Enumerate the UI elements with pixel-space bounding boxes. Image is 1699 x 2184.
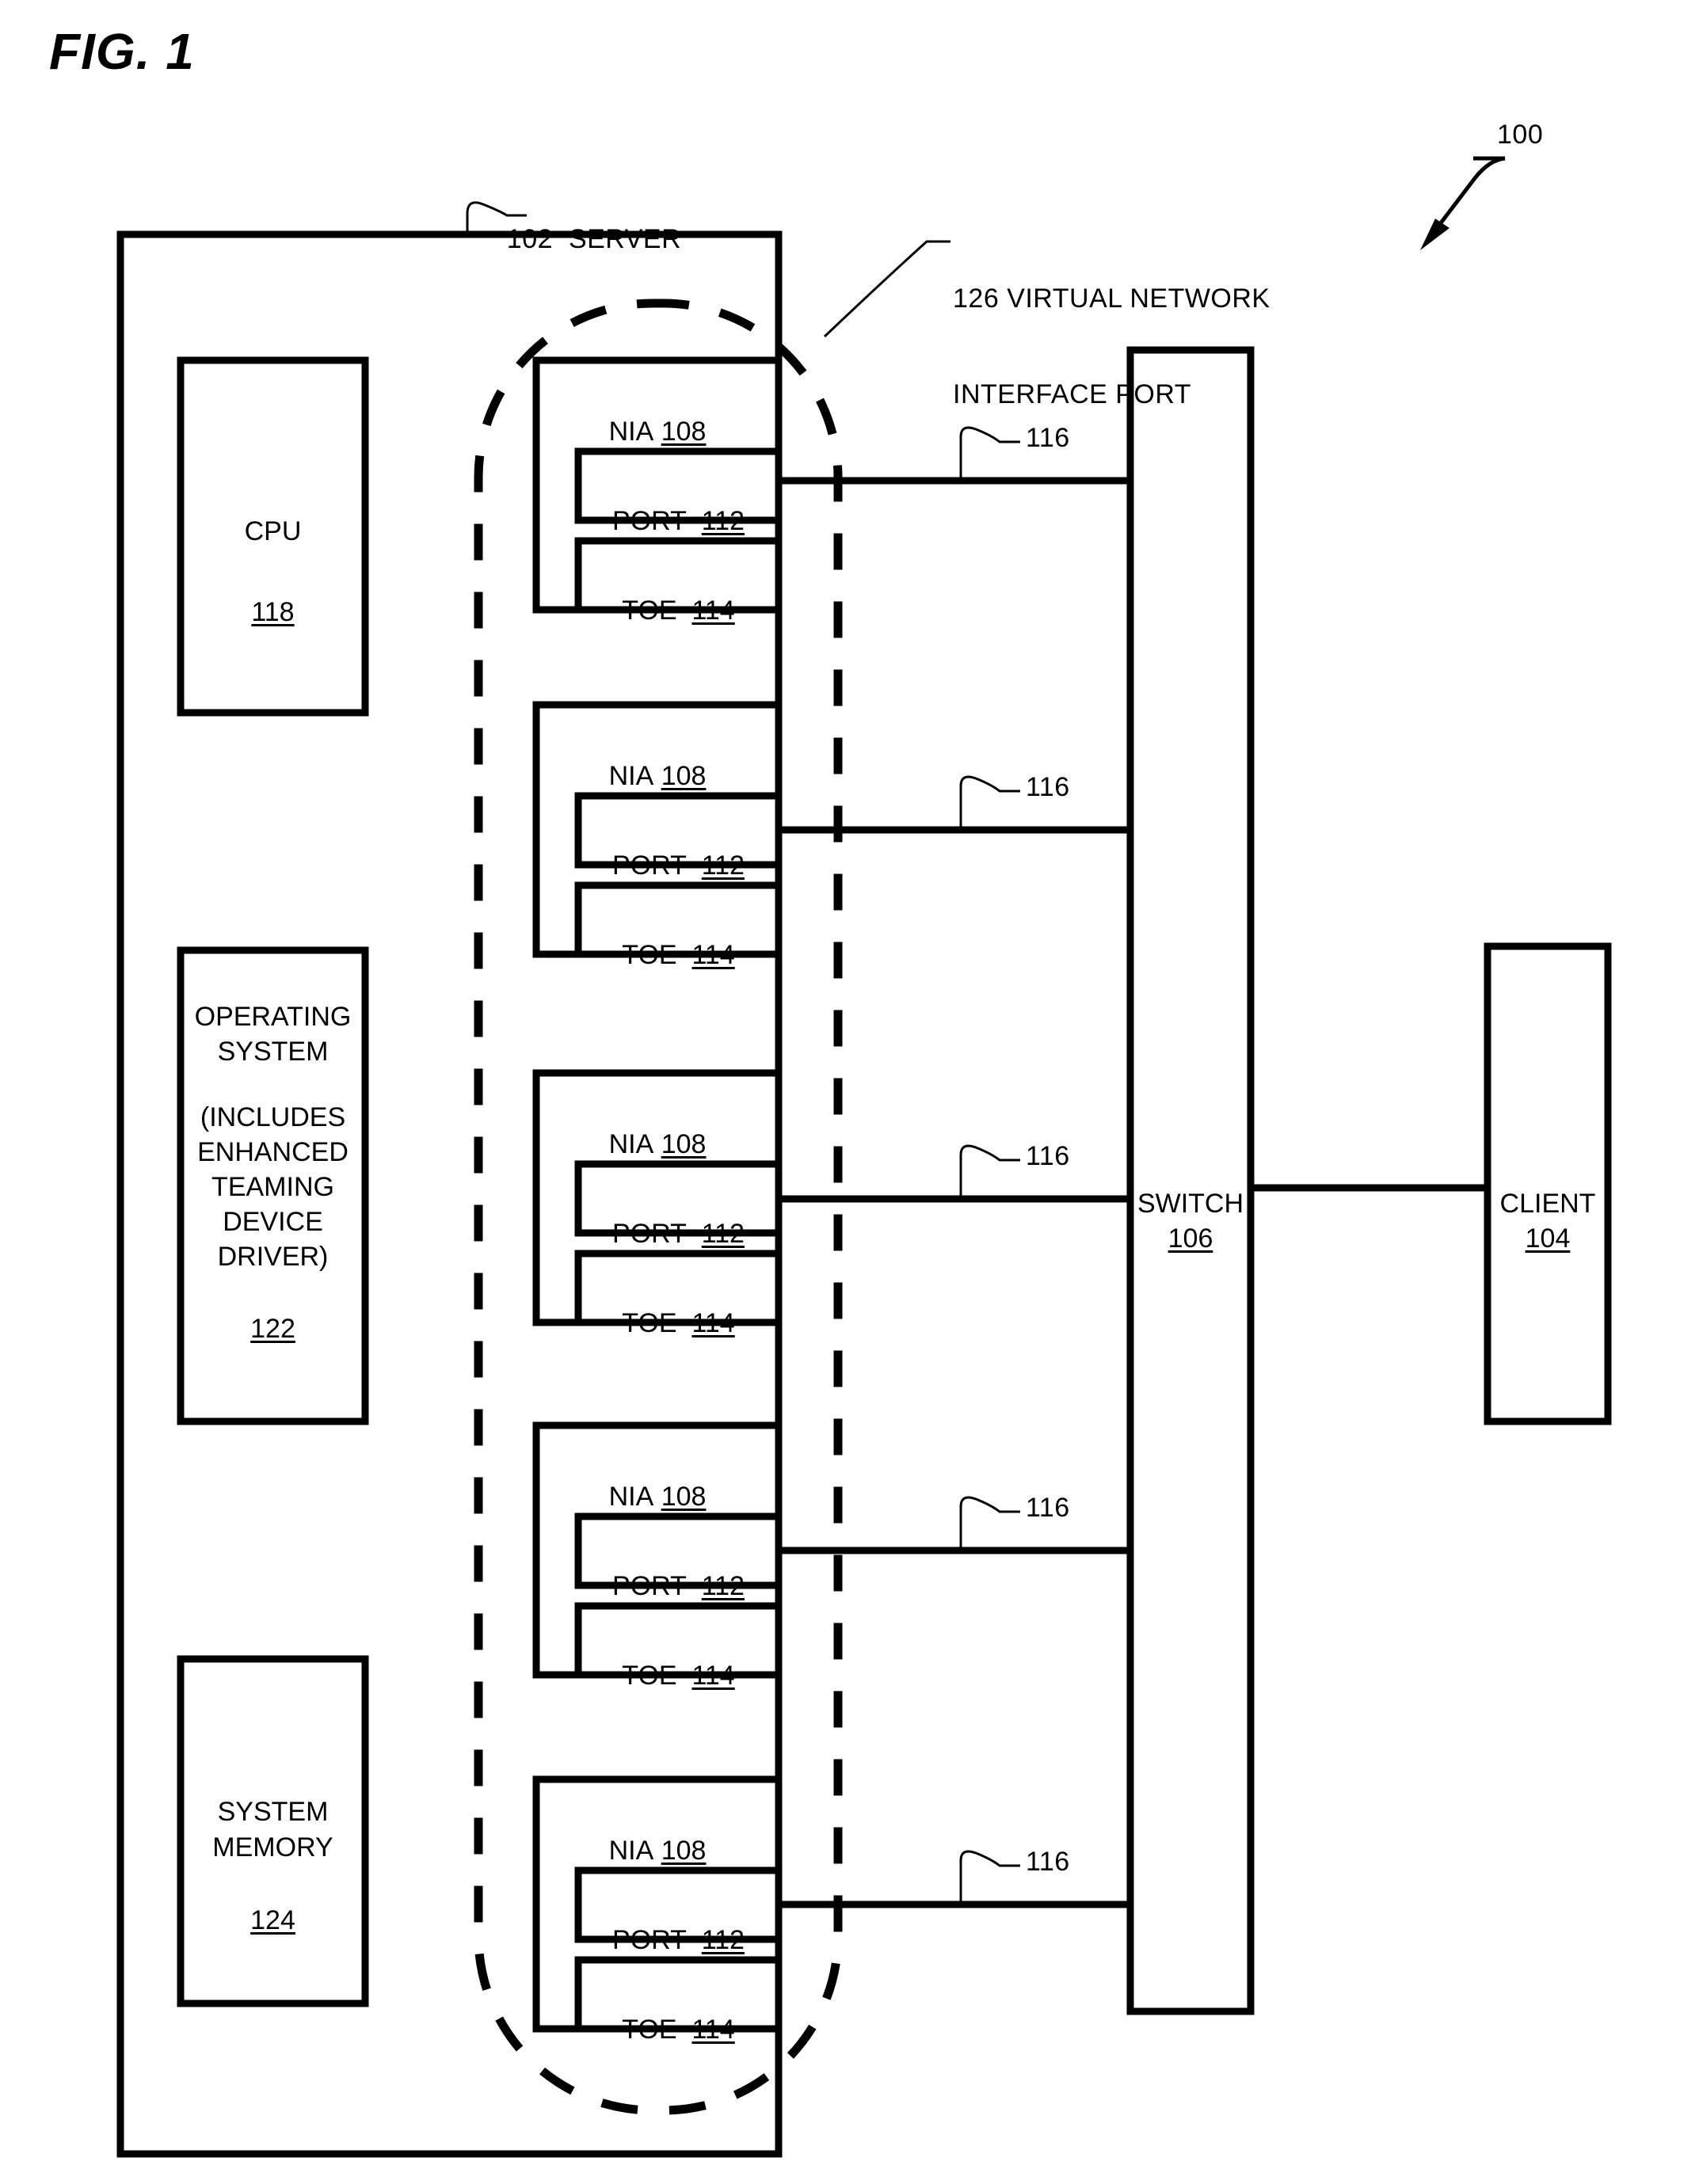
- nia-2-toe-label: TOE: [622, 939, 677, 970]
- nia-1-ref: 108: [661, 417, 707, 447]
- nia-5-toe-text: TOE 114: [578, 1960, 779, 2045]
- nia-5-port-ref: 112: [701, 1924, 745, 1955]
- nia-2-ref: 108: [661, 761, 707, 792]
- nia-3-label: NIA: [608, 1129, 654, 1160]
- memory-ref: 124: [250, 1904, 295, 1935]
- cpu-label: CPU: [244, 516, 302, 546]
- os-line2: SYSTEM: [217, 1037, 329, 1067]
- nia-1-toe-text: TOE 114: [578, 541, 779, 626]
- nia-4-port-text: PORT 112: [578, 1516, 779, 1601]
- server-callout: 102 SERVER: [475, 192, 681, 287]
- nia-3-toe-label: TOE: [622, 1307, 677, 1338]
- nia-1-toe-label: TOE: [622, 595, 677, 626]
- nia-2-title: NIA 108: [536, 717, 779, 791]
- nia-1-port-text: PORT 112: [578, 451, 779, 536]
- client-box-text: CLIENT 104: [1478, 1143, 1617, 1254]
- nia-2-port-text: PORT 112: [578, 796, 779, 881]
- memory-line2: MEMORY: [212, 1832, 333, 1862]
- vnip-callout-ref: 126: [953, 283, 1000, 314]
- link-3-ref: 116: [1026, 1141, 1070, 1171]
- cpu-box-text: CPU 118: [181, 360, 365, 713]
- nia-4-label: NIA: [608, 1482, 654, 1512]
- switch-ref: 106: [1168, 1223, 1213, 1254]
- nia-1-title: NIA 108: [536, 372, 779, 447]
- nia-2-toe-ref: 114: [691, 939, 735, 970]
- vnip-callout-leader: [823, 240, 950, 338]
- nia-1-port-ref: 112: [701, 505, 745, 536]
- link-1-ref: 116: [1026, 423, 1070, 453]
- nia-switch-links: [779, 477, 1130, 1908]
- nia-2-label: NIA: [608, 761, 654, 792]
- os-line3: (INCLUDES: [200, 1102, 346, 1132]
- nia-4-toe-ref: 114: [691, 1660, 735, 1691]
- nia-3-toe-text: TOE 114: [578, 1254, 779, 1338]
- nia-5-title: NIA 108: [536, 1791, 779, 1866]
- nia-4-toe-label: TOE: [622, 1660, 677, 1691]
- nia-1-label: NIA: [608, 417, 654, 447]
- vnip-callout-line1: VIRTUAL NETWORK: [1007, 283, 1270, 314]
- link-5-ref: 116: [1026, 1847, 1070, 1877]
- memory-line1: SYSTEM: [217, 1797, 329, 1828]
- system-memory-box-text: SYSTEM MEMORY 124: [181, 1659, 365, 2003]
- vnip-callout-line2: INTERFACE PORT: [953, 379, 1192, 409]
- nia-5-port-label: PORT: [612, 1924, 687, 1955]
- nia-2-port-label: PORT: [612, 850, 687, 881]
- nia-1-toe-ref: 114: [691, 595, 735, 626]
- nia-5-label: NIA: [608, 1836, 654, 1866]
- switch-box-text: SWITCH 106: [1121, 1143, 1260, 1254]
- switch-label: SWITCH: [1137, 1189, 1244, 1219]
- link-2-ref: 116: [1026, 772, 1070, 802]
- os-line1: OPERATING: [194, 1002, 352, 1033]
- nia-3-port-label: PORT: [612, 1218, 687, 1249]
- nia-5-toe-label: TOE: [622, 2014, 677, 2045]
- server-callout-text: SERVER: [568, 224, 682, 255]
- nia-2-port-ref: 112: [701, 850, 745, 881]
- nia-4-toe-text: TOE 114: [578, 1606, 779, 1691]
- link-ref-leaders: [959, 426, 1020, 1904]
- nia-4-ref: 108: [661, 1482, 707, 1512]
- nia-4-title: NIA 108: [536, 1437, 779, 1512]
- nia-5-port-text: PORT 112: [578, 1870, 779, 1955]
- client-ref: 104: [1525, 1223, 1571, 1254]
- nia-3-title: NIA 108: [536, 1085, 779, 1159]
- os-line6: DEVICE: [223, 1207, 323, 1238]
- nia-5-toe-ref: 114: [691, 2014, 735, 2045]
- os-ref: 122: [250, 1313, 295, 1344]
- nia-2-toe-text: TOE 114: [578, 885, 779, 970]
- os-line5: TEAMING: [211, 1171, 334, 1202]
- system-ref-arrow-100: [1420, 156, 1506, 250]
- system-ref-label: 100: [1497, 120, 1544, 150]
- nia-3-port-ref: 112: [701, 1218, 745, 1249]
- operating-system-box-text: OPERATING SYSTEM (INCLUDES ENHANCED TEAM…: [181, 950, 365, 1421]
- nia-5-ref: 108: [661, 1836, 707, 1866]
- os-line4: ENHANCED: [197, 1136, 349, 1167]
- nia-3-ref: 108: [661, 1129, 707, 1160]
- cpu-ref: 118: [251, 596, 295, 627]
- link-4-ref: 116: [1026, 1493, 1070, 1523]
- server-callout-ref: 102: [506, 224, 554, 255]
- vnip-callout: 126 VIRTUAL NETWORK INTERFACE PORT: [953, 219, 1270, 474]
- nia-4-port-ref: 112: [701, 1570, 745, 1601]
- nia-4-port-label: PORT: [612, 1570, 687, 1601]
- patent-figure-canvas: FIG. 1 100 102 SERVER 126 VIRTUAL NETWOR…: [0, 0, 1699, 2184]
- nia-3-toe-ref: 114: [691, 1307, 735, 1338]
- nia-3-port-text: PORT 112: [578, 1164, 779, 1249]
- client-label: CLIENT: [1499, 1189, 1596, 1219]
- os-line7: DRIVER): [217, 1242, 329, 1273]
- nia-1-port-label: PORT: [612, 505, 687, 536]
